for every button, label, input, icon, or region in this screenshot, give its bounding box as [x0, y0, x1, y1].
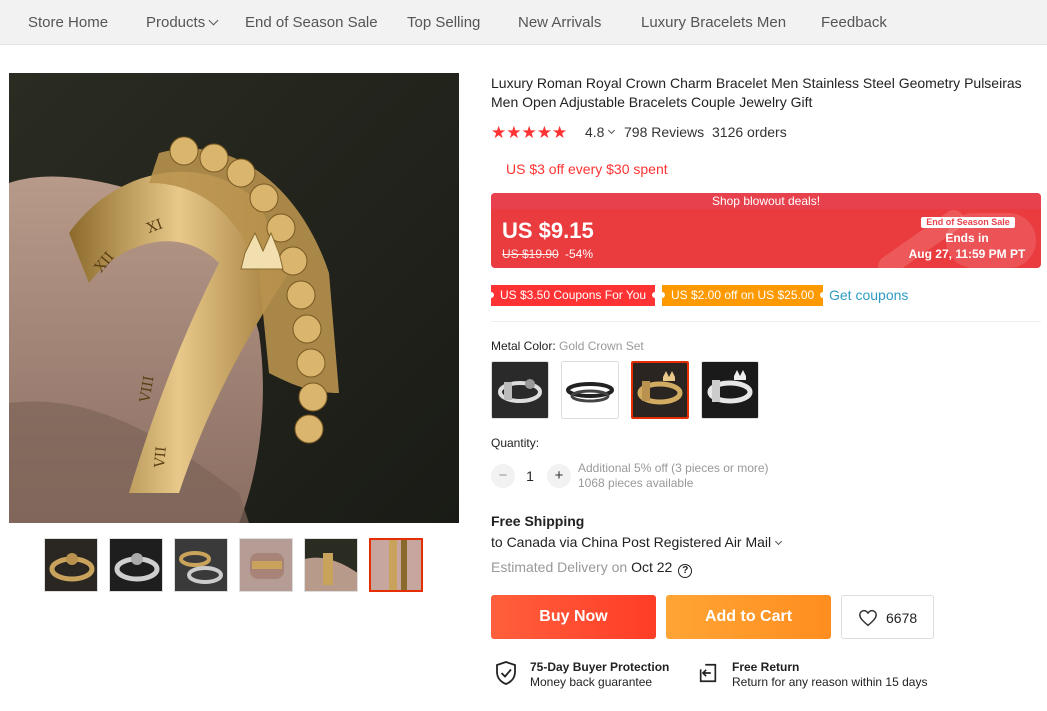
- protection-title: 75-Day Buyer Protection: [530, 660, 670, 674]
- orders-count: 3126 orders: [712, 124, 787, 140]
- shipping-detail: to Canada via China Post Registered Air …: [491, 534, 772, 550]
- sale-tag: End of Season Sale: [921, 217, 1015, 228]
- buyer-protection: 75-Day Buyer Protection Money back guara…: [495, 659, 685, 693]
- swatch-image: [702, 362, 758, 418]
- nav-store-home[interactable]: Store Home: [28, 14, 108, 31]
- thumbnail-image: [175, 539, 227, 591]
- thumbnail-image: [371, 540, 421, 590]
- estimated-delivery: Estimated Delivery on Oct 22?: [491, 559, 693, 578]
- quantity-increase-button[interactable]: +: [547, 464, 571, 488]
- nav-new-arrivals[interactable]: New Arrivals: [518, 14, 601, 31]
- quantity-label: Quantity:: [491, 436, 540, 450]
- discount-percent: -54%: [565, 247, 594, 261]
- stock-available: 1068 pieces available: [578, 476, 694, 490]
- nav-feedback[interactable]: Feedback: [821, 14, 887, 31]
- wishlist-count: 6678: [886, 610, 918, 626]
- return-subtitle: Return for any reason within 15 days: [732, 675, 928, 689]
- quantity-input[interactable]: 1: [516, 464, 544, 488]
- svg-text:VII: VII: [152, 446, 170, 469]
- rating-value[interactable]: 4.8: [585, 124, 604, 140]
- metal-color-value: Gold Crown Set: [559, 339, 644, 353]
- thumbnail-1[interactable]: [44, 538, 98, 592]
- heart-icon: [859, 609, 877, 627]
- color-swatch-silver-set[interactable]: [491, 361, 549, 419]
- protection-subtitle: Money back guarantee: [530, 675, 653, 689]
- price-box: Shop blowout deals! US $9.15 US $19.90 -…: [491, 193, 1041, 268]
- swatch-image: [492, 362, 548, 418]
- ends-in-label: Ends in: [945, 231, 989, 245]
- thumbnail-6[interactable]: [369, 538, 423, 592]
- add-to-cart-button[interactable]: Add to Cart: [666, 595, 831, 639]
- get-coupons-link[interactable]: Get coupons: [829, 287, 908, 303]
- nav-luxury-bracelets-men[interactable]: Luxury Bracelets Men: [641, 14, 786, 31]
- shield-check-icon: [496, 661, 516, 685]
- divider: [491, 321, 1041, 322]
- star-rating-icon: ★★★★★: [491, 123, 568, 142]
- color-swatch-silver-crown-set[interactable]: [701, 361, 759, 419]
- thumbnail-5[interactable]: [304, 538, 358, 592]
- quantity-note: Additional 5% off (3 pieces or more) 106…: [578, 461, 769, 491]
- chevron-down-icon: [775, 537, 783, 546]
- chevron-down-icon: [607, 126, 616, 135]
- original-price: US $19.90: [502, 247, 559, 261]
- coupon-badge-2[interactable]: US $2.00 off on US $25.00: [658, 285, 827, 306]
- swatch-image: [562, 362, 618, 418]
- chevron-down-icon: [208, 15, 219, 26]
- free-return: Free Return Return for any reason within…: [697, 659, 947, 693]
- color-swatch-gold-crown-set[interactable]: [631, 361, 689, 419]
- metal-color-label: Metal Color: Gold Crown Set: [491, 339, 644, 353]
- thumbnail-2[interactable]: [109, 538, 163, 592]
- nav-top-selling[interactable]: Top Selling: [407, 14, 480, 31]
- help-circle-icon[interactable]: ?: [678, 564, 693, 578]
- metal-color-title: Metal Color:: [491, 339, 556, 353]
- main-product-image[interactable]: XII XI VIII VII: [9, 73, 459, 523]
- delivery-date: Oct 22: [631, 559, 673, 575]
- nav-products[interactable]: Products: [146, 14, 219, 31]
- thumbnail-image: [305, 539, 357, 591]
- return-box-icon: [699, 663, 717, 683]
- shipping-method-selector[interactable]: to Canada via China Post Registered Air …: [491, 534, 783, 550]
- buy-now-button[interactable]: Buy Now: [491, 595, 656, 639]
- nav-end-of-season-sale[interactable]: End of Season Sale: [245, 14, 378, 31]
- bracelet-photo: XII XI VIII VII: [9, 73, 459, 523]
- thumbnail-image: [110, 539, 162, 591]
- reviews-link[interactable]: 798 Reviews: [624, 124, 704, 140]
- shipping-title: Free Shipping: [491, 513, 585, 529]
- nav-products-label: Products: [146, 14, 206, 31]
- store-discount[interactable]: US $3 off every $30 spent: [506, 161, 668, 177]
- thumbnail-4[interactable]: [239, 538, 293, 592]
- color-swatch-black-set[interactable]: [561, 361, 619, 419]
- current-price: US $9.15: [502, 218, 594, 243]
- thumbnail-image: [45, 539, 97, 591]
- deals-banner: Shop blowout deals!: [491, 193, 1041, 209]
- swatch-image: [633, 363, 687, 417]
- thumbnail-3[interactable]: [174, 538, 228, 592]
- quantity-decrease-button[interactable]: −: [491, 464, 515, 488]
- return-title: Free Return: [732, 660, 800, 674]
- ends-date: Aug 27, 11:59 PM PT: [908, 247, 1026, 261]
- thumbnail-image: [240, 539, 292, 591]
- bulk-discount-note: Additional 5% off (3 pieces or more): [578, 461, 769, 475]
- product-title: Luxury Roman Royal Crown Charm Bracelet …: [491, 75, 1022, 110]
- coupon-badge-1[interactable]: US $3.50 Coupons For You: [487, 285, 659, 306]
- delivery-prefix: Estimated Delivery on: [491, 559, 628, 575]
- store-nav-bar: Store Home Products End of Season Sale T…: [0, 0, 1047, 45]
- wishlist-button[interactable]: 6678: [841, 595, 934, 639]
